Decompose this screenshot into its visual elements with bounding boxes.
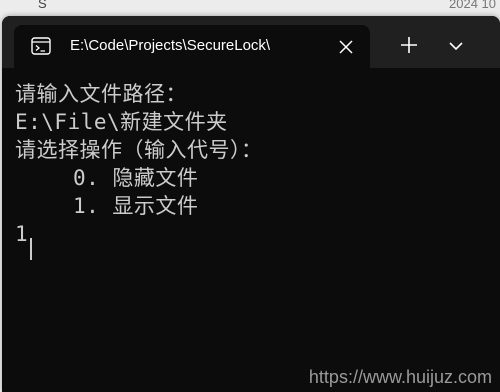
prompt-file-path: 请输入文件路径： [15, 82, 187, 106]
text-cursor [30, 238, 32, 260]
chevron-down-icon[interactable] [446, 36, 466, 56]
tab-title: E:\Code\Projects\SecureLock\ [70, 37, 271, 54]
background-window-date: 2024 10 [449, 0, 496, 11]
prompt-select-operation: 请选择操作（输入代号）： [15, 138, 263, 162]
option-hide-file: 0. 隐藏文件 [73, 166, 199, 190]
terminal-icon [31, 37, 51, 55]
close-icon[interactable] [334, 35, 358, 59]
terminal-output[interactable]: 请输入文件路径： E:\File\新建文件夹 请选择操作（输入代号）： 0. 隐… [2, 68, 500, 392]
terminal-window: E:\Code\Projects\SecureLock\ 请输入文件路径： E:… [2, 16, 500, 392]
watermark-text: https://www.huijuz.com [308, 367, 492, 387]
input-file-path: E:\File\新建文件夹 [15, 110, 228, 134]
user-input: 1 [15, 222, 29, 246]
plus-icon[interactable] [398, 34, 420, 56]
background-window-title: S [38, 0, 47, 11]
tab-active[interactable]: E:\Code\Projects\SecureLock\ [14, 25, 370, 68]
option-show-file: 1. 显示文件 [73, 194, 199, 218]
title-bar[interactable]: E:\Code\Projects\SecureLock\ [2, 16, 500, 68]
